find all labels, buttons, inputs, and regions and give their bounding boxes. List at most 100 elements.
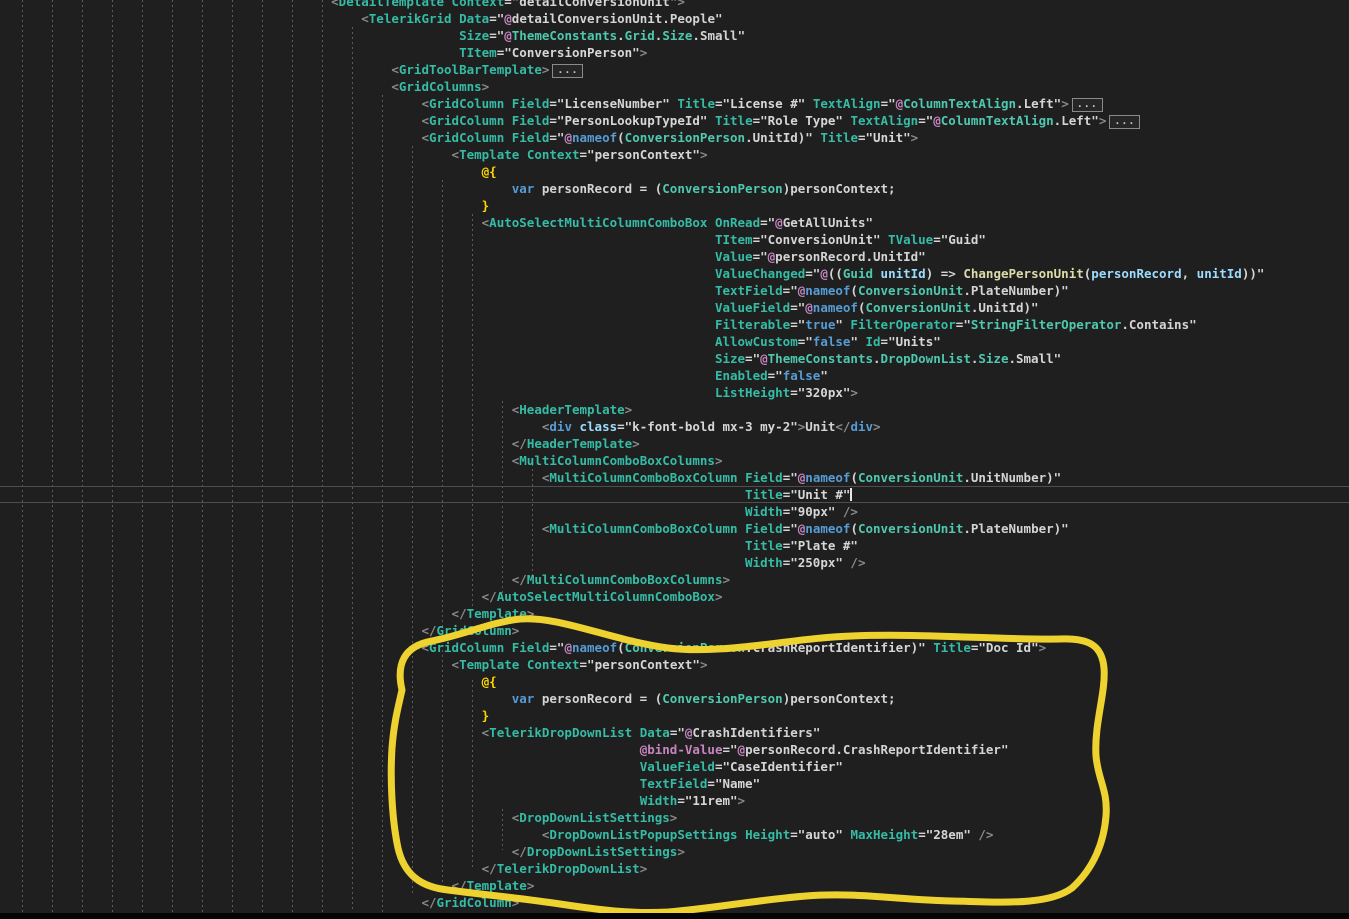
code-line[interactable]: </Template>: [0, 877, 1349, 894]
code-line[interactable]: <GridToolBarTemplate>...: [0, 61, 1349, 78]
code-line[interactable]: Width="250px" />: [0, 554, 1349, 571]
token-str: "ConversionUnit": [760, 232, 881, 247]
token-attr: Value: [714, 249, 753, 264]
token-str: "Unit": [865, 130, 911, 145]
token-attr: Field: [504, 640, 550, 655]
token-at: @: [737, 742, 746, 757]
code-line[interactable]: <MultiColumnComboBoxColumn Field="@nameo…: [0, 520, 1349, 537]
code-line[interactable]: @bind-Value="@personRecord.CrashReportId…: [0, 741, 1349, 758]
code-line[interactable]: <GridColumn Field="@nameof(ConversionPer…: [0, 639, 1349, 656]
code-line[interactable]: <DropDownListPopupSettings Height="auto"…: [0, 826, 1349, 843]
code-line[interactable]: @{: [0, 163, 1349, 180]
token-pn: </: [511, 436, 527, 451]
code-line[interactable]: var personRecord = (ConversionPerson)per…: [0, 180, 1349, 197]
collapsed-region-toggle[interactable]: ...: [552, 64, 584, 78]
code-line[interactable]: <Template Context="personContext">: [0, 656, 1349, 673]
token-bind: @bind-Value: [639, 742, 723, 757]
token-pn: <: [451, 147, 460, 162]
code-line[interactable]: Width="90px" />: [0, 503, 1349, 520]
token-txt: =": [790, 317, 806, 332]
code-line[interactable]: AllowCustom="false" Id="Units": [0, 333, 1349, 350]
code-line[interactable]: </GridColumn>: [0, 894, 1349, 911]
code-line[interactable]: Filterable="true" FilterOperator="String…: [0, 316, 1349, 333]
token-mth: ChangePersonUnit: [963, 266, 1084, 281]
token-type: ConversionPerson: [662, 691, 783, 706]
token-kw: nameof: [805, 470, 851, 485]
code-line[interactable]: <GridColumn Field="@nameof(ConversionPer…: [0, 129, 1349, 146]
code-line[interactable]: <TelerikDropDownList Data="@CrashIdentif…: [0, 724, 1349, 741]
token-pn: </: [451, 878, 467, 893]
code-line[interactable]: </AutoSelectMultiColumnComboBox>: [0, 588, 1349, 605]
code-line[interactable]: <AutoSelectMultiColumnComboBox OnRead="@…: [0, 214, 1349, 231]
code-line[interactable]: ListHeight="320px">: [0, 384, 1349, 401]
token-pn: </: [421, 895, 437, 910]
code-line[interactable]: TextField="Name": [0, 775, 1349, 792]
token-tag: TelerikDropDownList: [489, 725, 633, 740]
code-line[interactable]: </HeaderTemplate>: [0, 435, 1349, 452]
code-line[interactable]: @{: [0, 673, 1349, 690]
collapsed-region-toggle[interactable]: ...: [1109, 115, 1141, 129]
code-line[interactable]: ValueField="CaseIdentifier": [0, 758, 1349, 775]
token-txt: =": [955, 317, 971, 332]
token-str: "detailConversionUnit": [511, 0, 678, 9]
code-line[interactable]: TextField="@nameof(ConversionUnit.PlateN…: [0, 282, 1349, 299]
code-line[interactable]: <GridColumn Field="PersonLookupTypeId" T…: [0, 112, 1349, 129]
code-line[interactable]: <div class="k-font-bold mx-3 my-2">Unit<…: [0, 418, 1349, 435]
token-tag: GridColumns: [398, 79, 482, 94]
token-txt: detailConversionUnit.People": [511, 11, 723, 26]
code-line[interactable]: Size="@ThemeConstants.Grid.Size.Small": [0, 27, 1349, 44]
code-line[interactable]: Title="Plate #": [0, 537, 1349, 554]
code-line[interactable]: </DropDownListSettings>: [0, 843, 1349, 860]
token-txt: =": [760, 215, 776, 230]
code-line[interactable]: Size="@ThemeConstants.DropDownList.Size.…: [0, 350, 1349, 367]
token-pn: />: [835, 504, 858, 519]
token-tag: Template: [466, 878, 527, 893]
code-line[interactable]: <GridColumns>: [0, 78, 1349, 95]
code-line[interactable]: </GridColumn>: [0, 622, 1349, 639]
token-pn: >: [722, 572, 731, 587]
token-txt: =": [489, 11, 505, 26]
code-line[interactable]: <DropDownListSettings>: [0, 809, 1349, 826]
code-line[interactable]: }: [0, 707, 1349, 724]
token-txt: =: [714, 96, 723, 111]
code-line[interactable]: Enabled="false": [0, 367, 1349, 384]
code-line[interactable]: <MultiColumnComboBoxColumns>: [0, 452, 1349, 469]
token-attr: Width: [745, 555, 783, 570]
token-txt: personRecord = (: [534, 181, 663, 196]
collapsed-region-toggle[interactable]: ...: [1071, 98, 1103, 112]
code-line[interactable]: <DetailTemplate Context="detailConversio…: [0, 0, 1349, 10]
token-str: "LicenseNumber": [556, 96, 670, 111]
token-attr: ValueField: [639, 759, 715, 774]
token-tag: DropDownListPopupSettings: [549, 827, 738, 842]
token-txt: .Left": [1016, 96, 1062, 111]
code-line[interactable]: TItem="ConversionPerson">: [0, 44, 1349, 61]
code-line-active[interactable]: Title="Unit #": [0, 486, 1349, 503]
code-line[interactable]: </TelerikDropDownList>: [0, 860, 1349, 877]
token-pn: >: [1038, 640, 1047, 655]
code-line[interactable]: <HeaderTemplate>: [0, 401, 1349, 418]
code-line[interactable]: TItem="ConversionUnit" TValue="Guid": [0, 231, 1349, 248]
code-line[interactable]: <TelerikGrid Data="@detailConversionUnit…: [0, 10, 1349, 27]
token-type: ConversionUnit: [857, 470, 964, 485]
token-txt: =": [805, 266, 821, 281]
code-line[interactable]: Value="@personRecord.UnitId": [0, 248, 1349, 265]
token-str: "CaseIdentifier": [722, 759, 843, 774]
token-brace: }: [481, 708, 490, 723]
token-txt: (: [617, 130, 625, 145]
code-line[interactable]: </MultiColumnComboBoxColumns>: [0, 571, 1349, 588]
token-tag: GridColumn: [436, 895, 512, 910]
code-line[interactable]: var personRecord = (ConversionPerson)per…: [0, 690, 1349, 707]
token-attr: Field: [504, 113, 550, 128]
code-line[interactable]: ValueChanged="@((Guid unitId) => ChangeP…: [0, 265, 1349, 282]
code-line[interactable]: ValueField="@nameof(ConversionUnit.UnitI…: [0, 299, 1349, 316]
code-line[interactable]: }: [0, 197, 1349, 214]
code-line[interactable]: <MultiColumnComboBoxColumn Field="@nameo…: [0, 469, 1349, 486]
token-txt: .PlateNumber)": [963, 283, 1069, 298]
token-str: "PersonLookupTypeId": [556, 113, 708, 128]
code-line[interactable]: <GridColumn Field="LicenseNumber" Title=…: [0, 95, 1349, 112]
token-str: "Doc Id": [978, 640, 1039, 655]
token-txt: GetAllUnits": [782, 215, 874, 230]
code-line[interactable]: Width="11rem">: [0, 792, 1349, 809]
code-line[interactable]: <Template Context="personContext">: [0, 146, 1349, 163]
code-line[interactable]: </Template>: [0, 605, 1349, 622]
